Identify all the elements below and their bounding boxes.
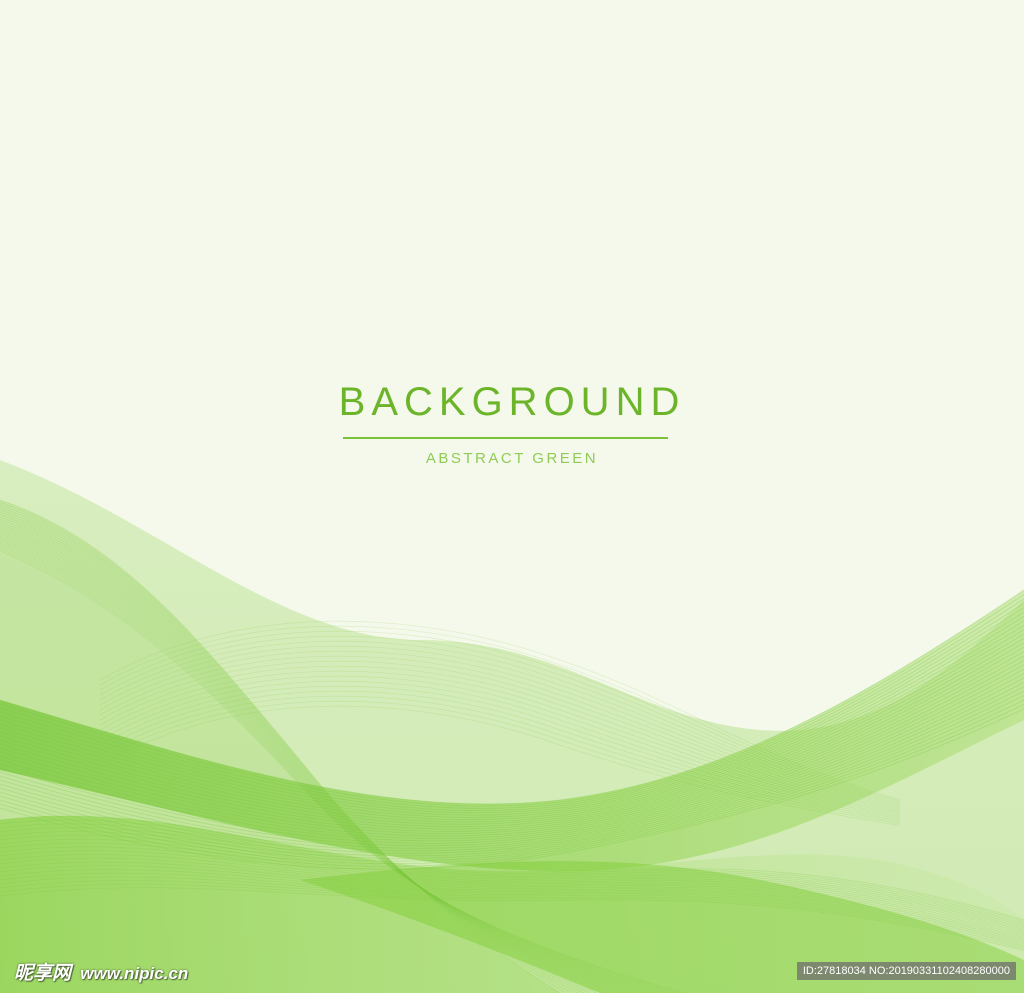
background-canvas: BACKGROUND ABSTRACT GREEN 昵享网 www.nipic.… [0,0,1024,993]
watermark-logo-text: 昵享网 [14,963,72,984]
page-title: BACKGROUND [338,380,686,424]
title-underline [343,437,668,439]
page-subtitle: ABSTRACT GREEN [425,450,599,467]
watermark-url: www.nipic.cn [80,964,189,983]
green-wave-decoration [0,460,1024,993]
watermark-logo: 昵享网 www.nipic.cn [14,958,188,985]
watermark-id: ID:27818034 NO:20190331102408280000 [796,962,1016,980]
